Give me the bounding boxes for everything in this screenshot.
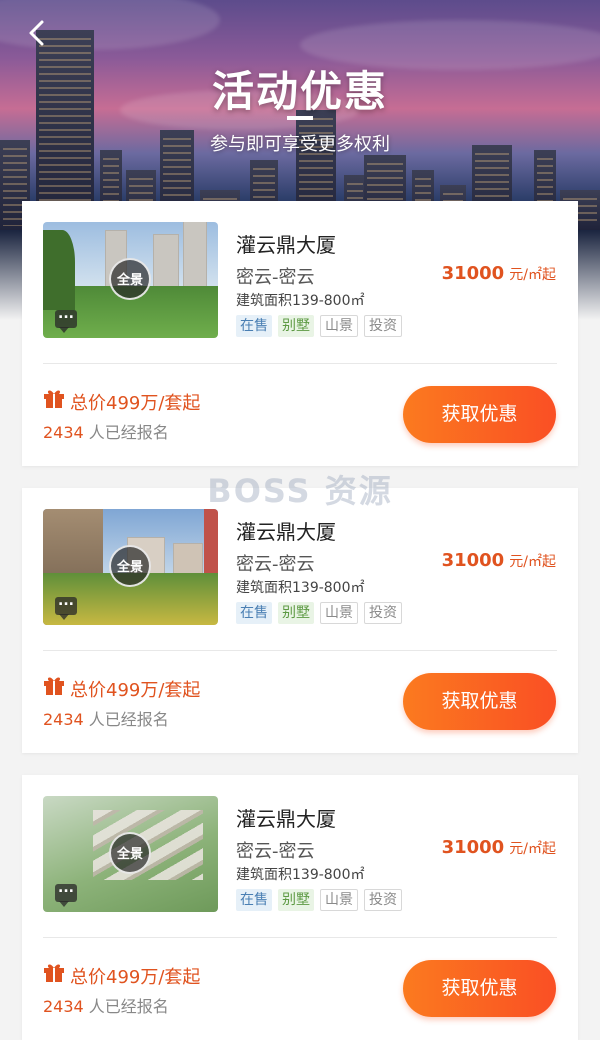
get-discount-button[interactable]: 获取优惠 [403, 960, 556, 1017]
signup-text: 人已经报名 [83, 423, 169, 442]
listing-card[interactable]: 全景 灌云鼎大厦 密云-密云 建筑面积139-800㎡ 31000 元/㎡起 在… [22, 775, 578, 1040]
gift-icon [44, 677, 64, 695]
listing-card[interactable]: 全景 灌云鼎大厦 密云-密云 建筑面积139-800㎡ 31000 元/㎡起 在… [22, 488, 578, 753]
listing-region: 密云-密云 [236, 267, 315, 288]
total-price: 总价499万/套起 [70, 393, 201, 414]
watermark: BOSS 资源 [207, 472, 393, 510]
signup-text: 人已经报名 [83, 710, 169, 729]
listing-region: 密云-密云 [236, 841, 315, 862]
chat-icon[interactable] [55, 880, 77, 907]
listing-thumbnail[interactable]: 全景 [43, 222, 218, 338]
get-discount-button[interactable]: 获取优惠 [403, 673, 556, 730]
chat-icon[interactable] [55, 306, 77, 333]
signup-info: 2434 人已经报名 [43, 993, 169, 1017]
tag-list: 在售 别墅 山景 投资 [236, 315, 402, 337]
page-subtitle: 参与即可享受更多权利 [210, 134, 390, 155]
tag: 别墅 [278, 889, 314, 911]
page-title: 活动优惠 [211, 67, 388, 116]
tag-list: 在售 别墅 山景 投资 [236, 602, 402, 624]
tag: 山景 [320, 315, 358, 337]
tag: 投资 [364, 602, 402, 624]
listing-price: 31000 元/㎡起 [442, 550, 556, 571]
listing-name: 灌云鼎大厦 [236, 807, 336, 831]
chevron-left-icon [29, 20, 44, 46]
vr-panorama-badge[interactable]: 全景 [109, 258, 151, 300]
back-button[interactable] [20, 16, 54, 50]
signup-info: 2434 人已经报名 [43, 706, 169, 730]
tag: 别墅 [278, 602, 314, 624]
tag: 别墅 [278, 315, 314, 337]
total-price: 总价499万/套起 [70, 680, 201, 701]
vr-panorama-badge[interactable]: 全景 [109, 545, 151, 587]
divider [43, 650, 557, 651]
city-skyline-image [0, 20, 600, 230]
listing-price: 31000 元/㎡起 [442, 263, 556, 284]
listing-card[interactable]: 全景 灌云鼎大厦 密云-密云 建筑面积139-800㎡ 31000 元/㎡起 在… [22, 201, 578, 466]
divider [43, 937, 557, 938]
tag: 在售 [236, 889, 272, 911]
listing-area: 建筑面积139-800㎡ [236, 867, 365, 883]
signup-count: 2434 [43, 997, 84, 1016]
tag: 山景 [320, 889, 358, 911]
price-value: 31000 [441, 550, 505, 571]
signup-info: 2434 人已经报名 [43, 419, 169, 443]
listing-thumbnail[interactable]: 全景 [43, 509, 218, 625]
listing-area: 建筑面积139-800㎡ [236, 293, 365, 309]
tag: 山景 [320, 602, 358, 624]
gift-icon [44, 964, 64, 982]
chat-icon[interactable] [55, 593, 77, 620]
get-discount-button[interactable]: 获取优惠 [403, 386, 556, 443]
title-underline [287, 116, 313, 120]
tag-list: 在售 别墅 山景 投资 [236, 889, 402, 911]
tag: 在售 [236, 315, 272, 337]
price-unit: 元/㎡起 [509, 554, 556, 570]
listing-price: 31000 元/㎡起 [442, 837, 556, 858]
listing-area: 建筑面积139-800㎡ [236, 580, 365, 596]
listing-name: 灌云鼎大厦 [236, 520, 336, 544]
listing-region: 密云-密云 [236, 554, 315, 575]
total-price: 总价499万/套起 [70, 967, 201, 988]
tag: 投资 [364, 889, 402, 911]
tag: 投资 [364, 315, 402, 337]
signup-count: 2434 [43, 423, 84, 442]
gift-icon [44, 390, 64, 408]
price-unit: 元/㎡起 [509, 267, 556, 283]
price-value: 31000 [441, 837, 505, 858]
signup-text: 人已经报名 [83, 997, 169, 1016]
listing-thumbnail[interactable]: 全景 [43, 796, 218, 912]
divider [43, 363, 557, 364]
signup-count: 2434 [43, 710, 84, 729]
listing-name: 灌云鼎大厦 [236, 233, 336, 257]
price-value: 31000 [441, 263, 505, 284]
price-unit: 元/㎡起 [509, 841, 556, 857]
vr-panorama-badge[interactable]: 全景 [109, 832, 151, 874]
tag: 在售 [236, 602, 272, 624]
